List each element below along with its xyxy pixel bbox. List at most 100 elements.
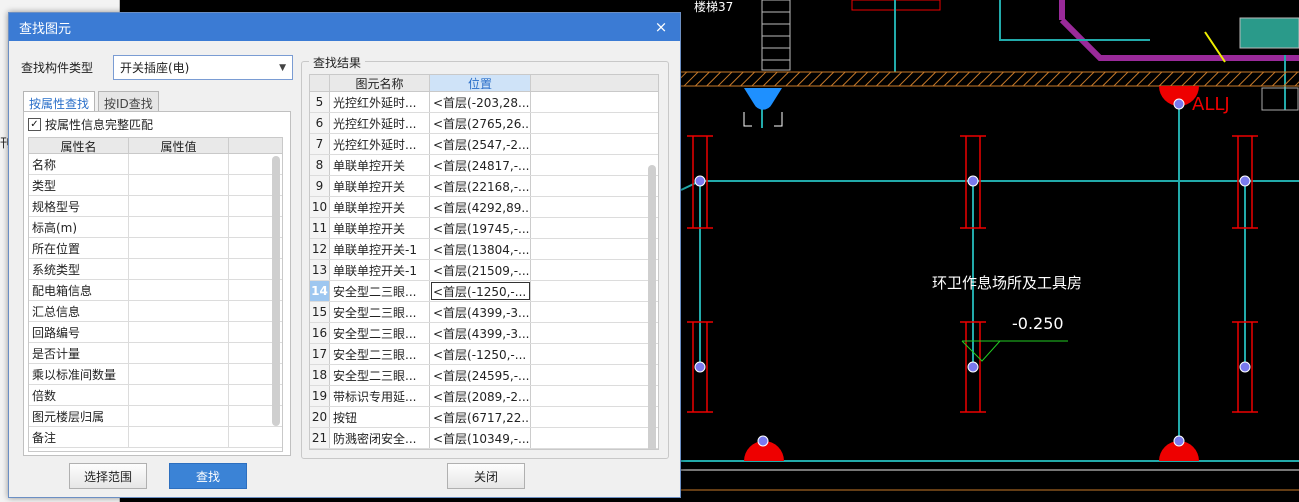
property-row[interactable]: 汇总信息 (29, 301, 282, 322)
property-value-cell[interactable] (129, 196, 229, 216)
result-position[interactable]: <首层(2089,-2... (430, 386, 531, 406)
exact-match-row[interactable]: ✓ 按属性信息完整匹配 (28, 116, 153, 133)
result-row[interactable]: 9 单联单控开关 <首层(22168,-... (310, 176, 658, 197)
property-name: 备注 (29, 427, 129, 447)
property-value-cell[interactable] (129, 385, 229, 405)
result-row[interactable]: 16 安全型二三眼... <首层(4399,-3... (310, 323, 658, 344)
result-position[interactable]: <首层(4292,89... (430, 197, 531, 217)
result-name[interactable]: 单联单控开关-1 (330, 239, 430, 259)
result-row[interactable]: 13 单联单控开关-1 <首层(21509,-... (310, 260, 658, 281)
result-name[interactable]: 安全型二三眼... (330, 323, 430, 343)
result-name[interactable]: 光控红外延时... (330, 113, 430, 133)
result-position[interactable]: <首层(6717,22... (430, 407, 531, 427)
find-button[interactable]: 查找 (169, 463, 247, 489)
result-row[interactable]: 17 安全型二三眼... <首层(-1250,-... (310, 344, 658, 365)
result-index: 7 (310, 134, 330, 154)
result-row[interactable]: 18 安全型二三眼... <首层(24595,-... (310, 365, 658, 386)
result-position[interactable]: <首层(4399,-3... (430, 323, 531, 343)
result-position[interactable]: <首层(22168,-... (430, 176, 531, 196)
result-position[interactable]: <首层(10349,-... (430, 428, 531, 448)
property-value-cell[interactable] (129, 427, 229, 447)
component-type-select[interactable]: 开关插座(电) ▼ (113, 55, 293, 80)
result-row[interactable]: 15 安全型二三眼... <首层(4399,-3... (310, 302, 658, 323)
result-position[interactable]: <首层(19745,-... (430, 218, 531, 238)
dialog-titlebar[interactable]: 查找图元 × (9, 13, 680, 41)
result-row[interactable]: 14 安全型二三眼... <首层(-1250,-... (310, 281, 658, 302)
result-position[interactable]: <首层(13804,-... (430, 239, 531, 259)
property-row[interactable]: 类型 (29, 175, 282, 196)
result-index: 12 (310, 239, 330, 259)
header-position[interactable]: 位置 (430, 75, 531, 91)
result-row[interactable]: 7 光控红外延时... <首层(2547,-2... (310, 134, 658, 155)
results-scrollbar[interactable] (648, 165, 656, 449)
property-value-cell[interactable] (129, 301, 229, 321)
property-name: 倍数 (29, 385, 129, 405)
result-name[interactable]: 光控红外延时... (330, 92, 430, 112)
result-position[interactable]: <首层(24595,-... (430, 365, 531, 385)
result-position[interactable]: <首层(24817,-... (430, 155, 531, 175)
property-row[interactable]: 配电箱信息 (29, 280, 282, 301)
result-position[interactable]: <首层(2765,26... (430, 113, 531, 133)
result-position[interactable]: <首层(-1250,-... (430, 344, 531, 364)
property-value-cell[interactable] (129, 217, 229, 237)
property-row[interactable]: 规格型号 (29, 196, 282, 217)
result-name[interactable]: 按钮 (330, 407, 430, 427)
select-range-button[interactable]: 选择范围 (69, 463, 147, 489)
result-row[interactable]: 19 带标识专用延... <首层(2089,-2... (310, 386, 658, 407)
result-position[interactable]: <首层(2547,-2... (430, 134, 531, 154)
property-value-cell[interactable] (129, 175, 229, 195)
result-name[interactable]: 带标识专用延... (330, 386, 430, 406)
property-value-cell[interactable] (129, 259, 229, 279)
property-row[interactable]: 乘以标准间数量 (29, 364, 282, 385)
result-row[interactable]: 12 单联单控开关-1 <首层(13804,-... (310, 239, 658, 260)
result-row[interactable]: 10 单联单控开关 <首层(4292,89... (310, 197, 658, 218)
result-name[interactable]: 单联单控开关 (330, 218, 430, 238)
result-index: 17 (310, 344, 330, 364)
result-position[interactable]: <首层(-1250,-... (430, 281, 531, 301)
result-row[interactable]: 20 按钮 <首层(6717,22... (310, 407, 658, 428)
property-row[interactable]: 是否计量 (29, 343, 282, 364)
result-name[interactable]: 单联单控开关 (330, 155, 430, 175)
exact-match-checkbox[interactable]: ✓ (28, 118, 41, 131)
header-element-name[interactable]: 图元名称 (330, 75, 430, 91)
property-value-cell[interactable] (129, 322, 229, 342)
property-row[interactable]: 系统类型 (29, 259, 282, 280)
result-row[interactable]: 11 单联单控开关 <首层(19745,-... (310, 218, 658, 239)
close-button[interactable]: 关闭 (447, 463, 525, 489)
result-position[interactable]: <首层(4399,-3... (430, 302, 531, 322)
result-name[interactable]: 安全型二三眼... (330, 365, 430, 385)
close-icon[interactable]: × (652, 18, 670, 36)
property-row[interactable]: 倍数 (29, 385, 282, 406)
result-row[interactable]: 5 光控红外延时... <首层(-203,28... (310, 92, 658, 113)
result-index: 15 (310, 302, 330, 322)
property-value-cell[interactable] (129, 238, 229, 258)
result-row[interactable]: 21 防溅密闭安全... <首层(10349,-... (310, 428, 658, 449)
result-row[interactable]: 8 单联单控开关 <首层(24817,-... (310, 155, 658, 176)
property-name: 配电箱信息 (29, 280, 129, 300)
property-row[interactable]: 名称 (29, 154, 282, 175)
property-row[interactable]: 标高(m) (29, 217, 282, 238)
property-row[interactable]: 回路编号 (29, 322, 282, 343)
result-name[interactable]: 单联单控开关-1 (330, 260, 430, 280)
result-name[interactable]: 防溅密闭安全... (330, 428, 430, 448)
property-scrollbar[interactable] (272, 156, 280, 426)
result-name[interactable]: 安全型二三眼... (330, 302, 430, 322)
result-position[interactable]: <首层(-203,28... (430, 92, 531, 112)
property-table-header: 属性名 属性值 (29, 138, 282, 154)
result-name[interactable]: 单联单控开关 (330, 197, 430, 217)
property-value-cell[interactable] (129, 154, 229, 174)
property-row[interactable]: 所在位置 (29, 238, 282, 259)
property-value-cell[interactable] (129, 343, 229, 363)
property-row[interactable]: 备注 (29, 427, 282, 448)
result-name[interactable]: 光控红外延时... (330, 134, 430, 154)
property-value-cell[interactable] (129, 280, 229, 300)
result-name[interactable]: 单联单控开关 (330, 176, 430, 196)
result-row[interactable]: 6 光控红外延时... <首层(2765,26... (310, 113, 658, 134)
property-row[interactable]: 图元楼层归属 (29, 406, 282, 427)
property-value-cell[interactable] (129, 364, 229, 384)
result-name[interactable]: 安全型二三眼... (330, 281, 430, 301)
property-value-cell[interactable] (129, 406, 229, 426)
result-position[interactable]: <首层(21509,-... (430, 260, 531, 280)
result-index: 21 (310, 428, 330, 448)
result-name[interactable]: 安全型二三眼... (330, 344, 430, 364)
